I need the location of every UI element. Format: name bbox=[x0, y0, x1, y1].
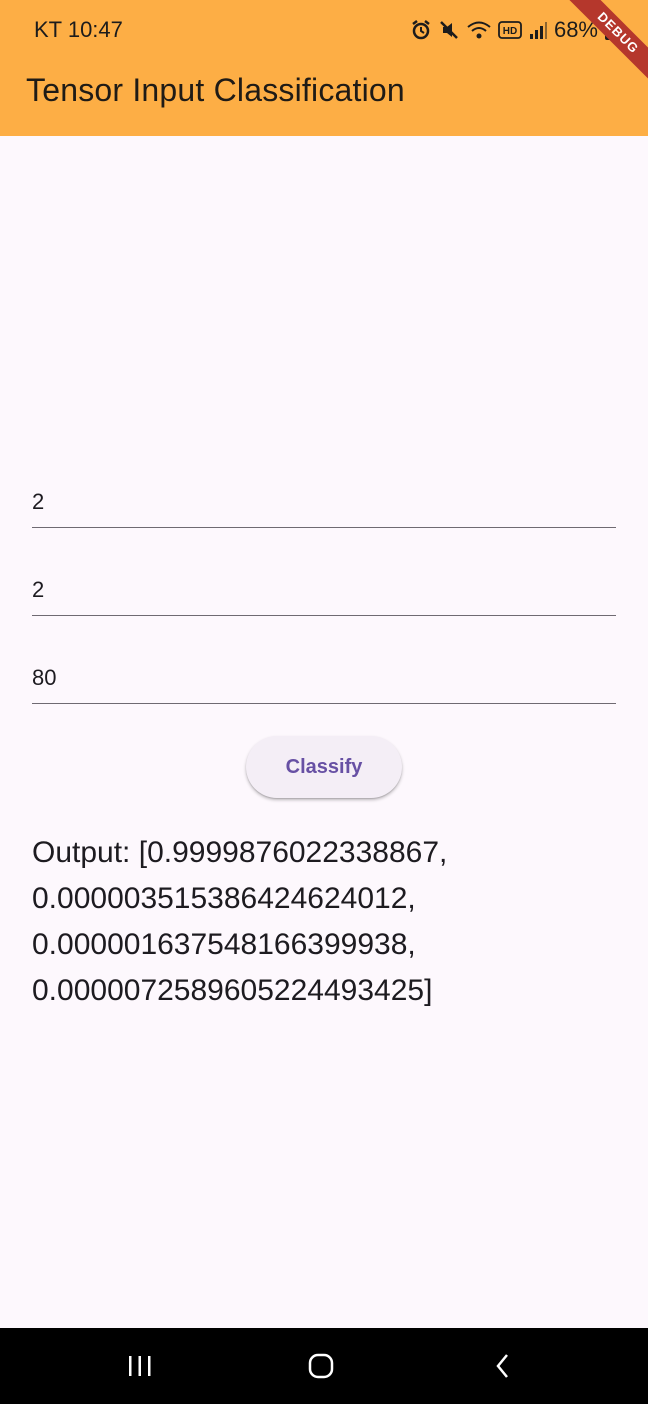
tensor-input-field-1 bbox=[32, 468, 616, 528]
navigation-bar bbox=[0, 1328, 648, 1404]
mute-icon bbox=[440, 21, 458, 39]
output-text: Output: [0.9999876022338867, 0.000003515… bbox=[32, 836, 448, 1007]
battery-level: 68% bbox=[553, 17, 598, 42]
status-time: KT 10:47 bbox=[34, 17, 123, 42]
screen: KT 10:47 HD 68% Tensor Input Classificat… bbox=[0, 0, 648, 1404]
recents-button[interactable] bbox=[90, 1328, 190, 1404]
tensor-input-2[interactable] bbox=[32, 577, 616, 603]
alarm-icon bbox=[412, 20, 430, 40]
home-icon bbox=[308, 1353, 334, 1379]
tensor-input-1[interactable] bbox=[32, 489, 616, 515]
app-bar: KT 10:47 HD 68% Tensor Input Classificat… bbox=[0, 0, 648, 136]
page-title: Tensor Input Classification bbox=[26, 72, 405, 108]
tensor-input-field-2 bbox=[32, 556, 616, 616]
signal-icon bbox=[529, 22, 547, 39]
wifi-icon bbox=[467, 21, 491, 39]
tensor-input-field-3 bbox=[32, 644, 616, 704]
battery-icon bbox=[605, 20, 617, 40]
back-button[interactable] bbox=[453, 1328, 553, 1404]
classify-button[interactable]: Classify bbox=[246, 736, 402, 798]
hd-icon: HD bbox=[498, 21, 522, 39]
home-button[interactable] bbox=[271, 1328, 371, 1404]
tensor-input-3[interactable] bbox=[32, 665, 616, 691]
recents-icon bbox=[129, 1356, 151, 1376]
status-icons: HD 68% bbox=[410, 14, 618, 46]
svg-text:HD: HD bbox=[503, 26, 517, 37]
back-icon bbox=[496, 1354, 508, 1378]
status-bar: KT 10:47 HD 68% bbox=[0, 0, 648, 62]
